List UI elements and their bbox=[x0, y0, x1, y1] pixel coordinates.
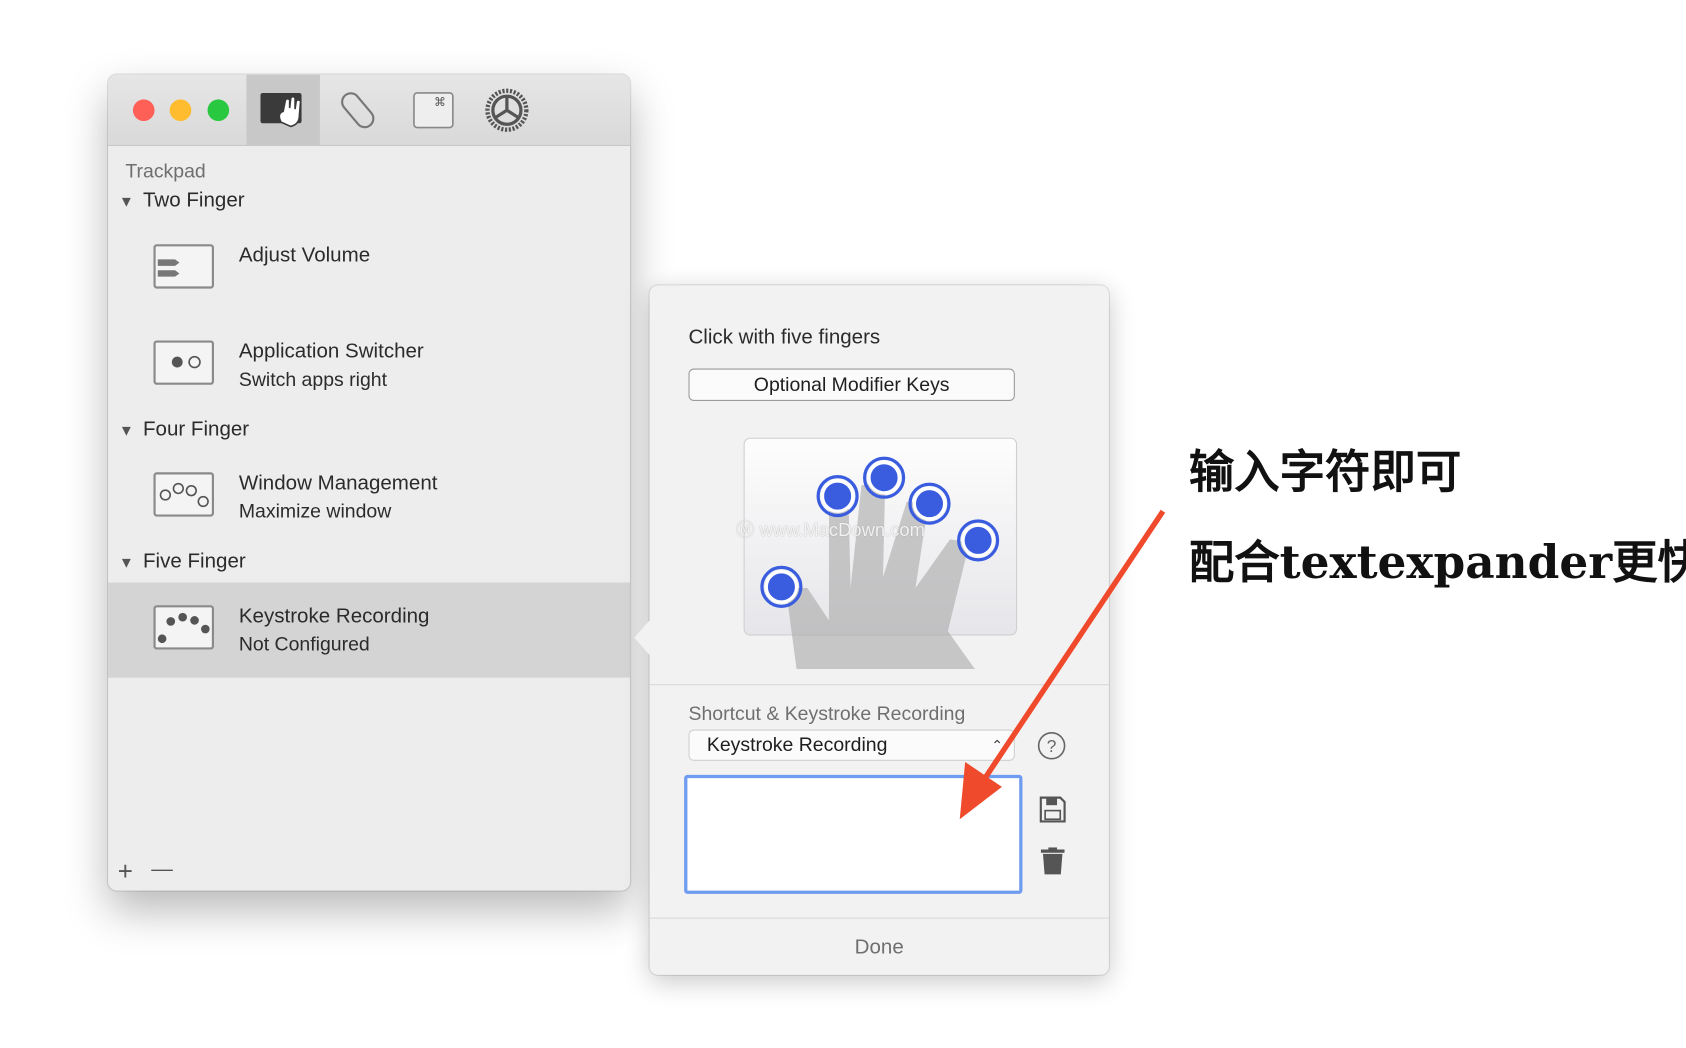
annotation-line-2: 配合textexpander更快 bbox=[1188, 536, 1686, 590]
annotation-arrow-icon bbox=[959, 509, 1166, 820]
annotation-line-1: 输入字符即可 bbox=[1188, 445, 1462, 499]
